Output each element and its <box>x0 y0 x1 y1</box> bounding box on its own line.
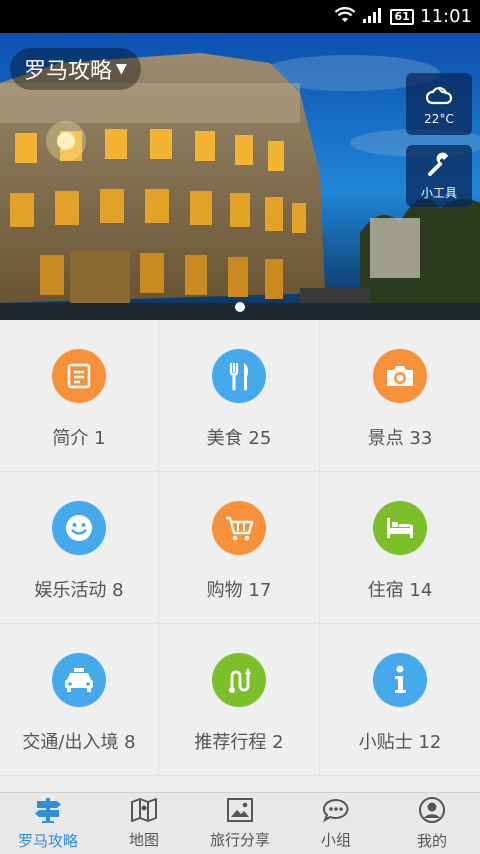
bottom-nav: 罗马攻略 地图 旅行分享 小组 我的 <box>0 792 480 854</box>
document-icon <box>52 349 106 403</box>
camera-icon <box>373 349 427 403</box>
nav-label: 旅行分享 <box>209 831 270 849</box>
user-icon <box>418 796 446 828</box>
nav-label: 我的 <box>416 832 447 850</box>
signpost-icon <box>33 796 63 828</box>
category-label: 简介 1 <box>52 428 106 449</box>
taxi-icon <box>52 653 106 707</box>
category-shopping[interactable]: 购物 17 <box>159 472 320 624</box>
tools-label: 小工具 <box>420 186 457 200</box>
map-icon <box>130 797 158 827</box>
wifi-icon <box>334 6 356 28</box>
cart-icon <box>212 501 266 555</box>
weather-temperature: 22°C <box>424 111 454 126</box>
nav-item-map[interactable]: 地图 <box>96 793 192 854</box>
hero-banner[interactable]: 罗马攻略 ▼ 22°C 小工具 <box>0 33 480 320</box>
tools-button[interactable]: 小工具 <box>406 145 472 207</box>
battery-indicator: 61 <box>390 8 415 25</box>
category-label: 推荐行程 2 <box>194 732 284 753</box>
nav-label: 地图 <box>128 831 159 849</box>
info-icon <box>373 653 427 707</box>
category-grid: 简介 1 美食 25 景点 33 娱乐活动 8 购物 17 住宿 14 交通/出… <box>0 320 480 776</box>
fork-knife-icon <box>212 349 266 403</box>
category-transport[interactable]: 交通/出入境 8 <box>0 624 159 776</box>
category-label: 美食 25 <box>206 428 272 449</box>
wrench-icon <box>426 151 452 181</box>
chat-icon <box>322 797 350 827</box>
category-lodging[interactable]: 住宿 14 <box>320 472 480 624</box>
category-entertainment[interactable]: 娱乐活动 8 <box>0 472 159 624</box>
picture-icon <box>226 797 254 827</box>
category-food[interactable]: 美食 25 <box>159 320 320 472</box>
route-icon <box>212 653 266 707</box>
category-label: 交通/出入境 8 <box>22 732 136 753</box>
nav-label: 罗马攻略 <box>17 832 78 850</box>
chevron-down-icon: ▼ <box>116 61 127 77</box>
nav-item-me[interactable]: 我的 <box>384 793 480 854</box>
category-sights[interactable]: 景点 33 <box>320 320 480 472</box>
category-label: 购物 17 <box>206 580 272 601</box>
nav-item-guide[interactable]: 罗马攻略 <box>0 793 96 854</box>
smiley-icon <box>52 501 106 555</box>
nav-item-group[interactable]: 小组 <box>288 793 384 854</box>
bed-icon <box>373 501 427 555</box>
weather-button[interactable]: 22°C <box>406 73 472 135</box>
category-tips[interactable]: 小贴士 12 <box>320 624 480 776</box>
category-label: 小贴士 12 <box>358 732 442 753</box>
nav-item-share[interactable]: 旅行分享 <box>192 793 288 854</box>
cloud-moon-icon <box>425 83 453 109</box>
signal-icon <box>362 6 384 28</box>
city-label: 罗马攻略 <box>24 59 113 84</box>
carousel-indicator[interactable] <box>235 302 245 312</box>
nav-label: 小组 <box>320 831 351 849</box>
category-intro[interactable]: 简介 1 <box>0 320 159 472</box>
category-itinerary[interactable]: 推荐行程 2 <box>159 624 320 776</box>
category-label: 住宿 14 <box>367 580 433 601</box>
status-bar: 61 11:01 <box>0 0 480 33</box>
category-label: 景点 33 <box>367 428 433 449</box>
city-selector[interactable]: 罗马攻略 ▼ <box>10 48 141 90</box>
category-label: 娱乐活动 8 <box>34 580 124 601</box>
clock: 11:01 <box>420 6 472 27</box>
